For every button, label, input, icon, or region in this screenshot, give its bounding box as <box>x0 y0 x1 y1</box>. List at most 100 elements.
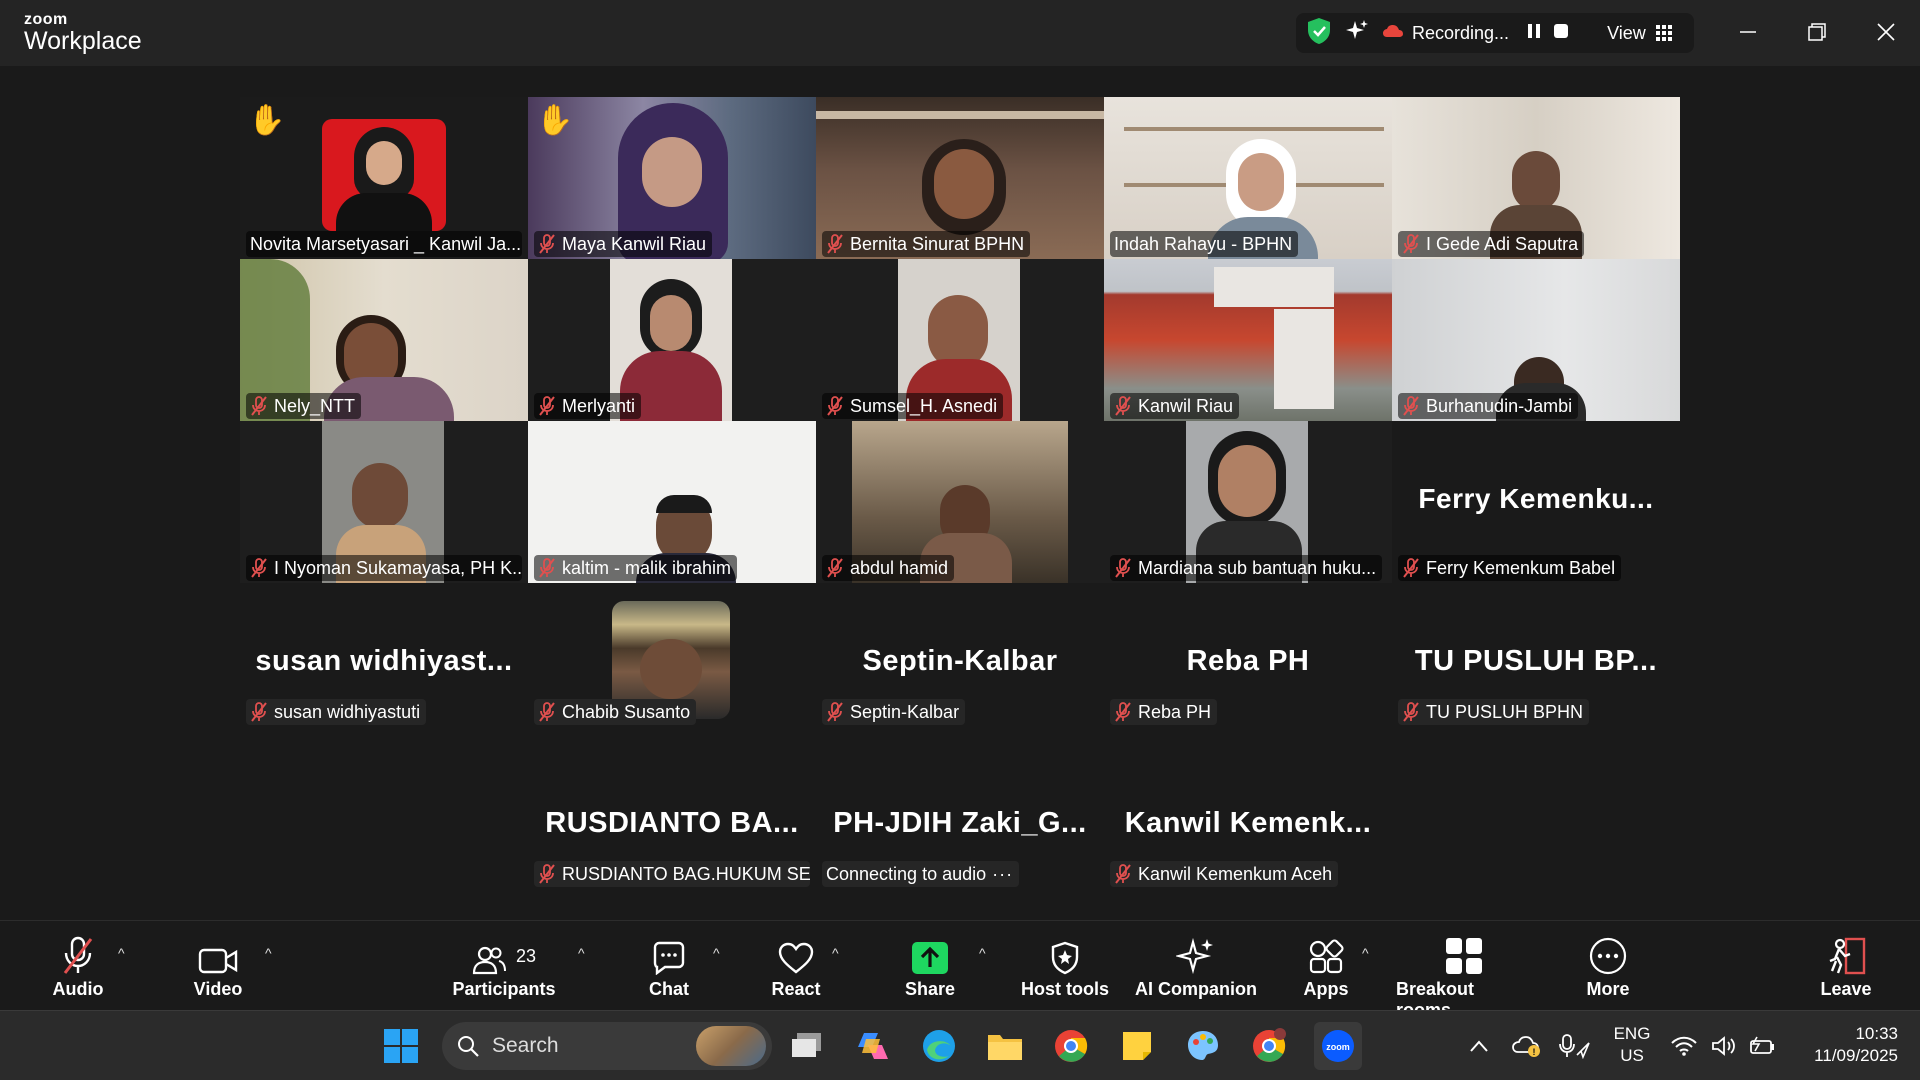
chat-options-chevron-icon[interactable]: ^ <box>713 945 720 961</box>
breakout-rooms-button[interactable]: Breakout rooms <box>1396 935 1532 1021</box>
video-tile[interactable]: Burhanudin-Jambi <box>1392 259 1680 421</box>
apps-icon <box>1309 939 1344 974</box>
muted-mic-icon <box>1115 558 1131 578</box>
battery-charging-icon[interactable] <box>1744 1025 1780 1067</box>
participant-display-name: Reba PH <box>1186 645 1310 677</box>
video-tile[interactable]: Merlyanti <box>528 259 816 421</box>
video-tile[interactable]: kaltim - malik ibrahim <box>528 421 816 583</box>
participant-display-name: TU PUSLUH BP... <box>1414 645 1658 677</box>
shield-icon <box>1051 941 1079 975</box>
video-tile[interactable]: RUSDIANTO BA... RUSDIANTO BAG.HUKUM SE..… <box>528 745 816 907</box>
react-options-chevron-icon[interactable]: ^ <box>832 945 839 961</box>
video-tile[interactable]: abdul hamid <box>816 421 1104 583</box>
view-button[interactable]: View <box>1607 23 1672 44</box>
video-tile[interactable]: Sumsel_H. Asnedi <box>816 259 1104 421</box>
participant-name-label: TU PUSLUH BPHN <box>1398 699 1590 725</box>
video-tile[interactable]: ✋ Maya Kanwil Riau <box>528 97 816 259</box>
video-tile[interactable]: Chabib Susanto <box>528 583 816 745</box>
edge-browser-icon[interactable] <box>918 1025 960 1067</box>
chrome-profile-icon[interactable] <box>1248 1025 1290 1067</box>
video-tile[interactable]: Nely_NTT <box>240 259 528 421</box>
muted-mic-icon <box>251 396 267 416</box>
volume-icon[interactable] <box>1708 1025 1740 1067</box>
onedrive-warning-icon[interactable]: ! <box>1506 1025 1548 1067</box>
muted-mic-icon <box>1403 234 1419 254</box>
audio-options-chevron-icon[interactable]: ^ <box>118 945 125 961</box>
video-tile[interactable]: Mardiana sub bantuan huku... <box>1104 421 1392 583</box>
video-options-chevron-icon[interactable]: ^ <box>265 945 272 961</box>
video-tile[interactable]: I Gede Adi Saputra <box>1392 97 1680 259</box>
participant-name-label: Burhanudin-Jambi <box>1398 393 1579 419</box>
sticky-notes-icon[interactable] <box>1116 1025 1158 1067</box>
video-tile[interactable]: I Nyoman Sukamayasa, PH K... <box>240 421 528 583</box>
minimize-button[interactable] <box>1728 14 1768 50</box>
ai-companion-icon <box>1176 937 1213 975</box>
start-button[interactable] <box>380 1025 422 1067</box>
restore-button[interactable] <box>1797 14 1837 50</box>
participant-name-label: I Gede Adi Saputra <box>1398 231 1585 257</box>
participants-button[interactable]: 23 Participants <box>452 935 556 1000</box>
muted-mic-icon <box>251 702 267 722</box>
participants-options-chevron-icon[interactable]: ^ <box>578 945 585 961</box>
participant-display-name: PH-JDIH Zaki_G... <box>833 807 1087 839</box>
video-tile[interactable]: Bernita Sinurat BPHN <box>816 97 1104 259</box>
share-button[interactable]: Share <box>905 935 955 1000</box>
stop-recording-icon[interactable] <box>1553 23 1569 44</box>
cloud-recording-icon <box>1382 23 1404 44</box>
participant-name-label: Novita Marsetyasari _ Kanwil Ja... <box>246 231 522 257</box>
file-explorer-icon[interactable] <box>984 1025 1026 1067</box>
taskbar-search-input[interactable]: Search <box>442 1022 772 1070</box>
muted-mic-icon <box>251 558 267 578</box>
participant-display-name: Kanwil Kemenk... <box>1124 807 1372 839</box>
more-button[interactable]: More <box>1584 935 1632 1000</box>
view-label: View <box>1607 22 1646 43</box>
input-language-indicator[interactable]: ENG US <box>1612 1023 1652 1067</box>
muted-mic-icon <box>827 702 843 722</box>
ai-companion-button[interactable]: AI Companion <box>1134 935 1258 1000</box>
pause-recording-icon[interactable] <box>1527 22 1541 45</box>
apps-button[interactable]: Apps <box>1302 935 1350 1000</box>
audio-button[interactable]: Audio <box>52 935 104 1000</box>
participant-name-label: kaltim - malik ibrahim <box>534 555 738 581</box>
show-hidden-icons-chevron-icon[interactable] <box>1458 1025 1500 1067</box>
zoom-app-icon[interactable]: zoom <box>1314 1022 1362 1070</box>
participant-name-label: Reba PH <box>1110 699 1218 725</box>
paint-icon[interactable] <box>1182 1025 1224 1067</box>
video-tile[interactable]: Kanwil Riau <box>1104 259 1392 421</box>
react-button[interactable]: React <box>770 935 822 1000</box>
close-button[interactable] <box>1866 14 1906 50</box>
ai-sparkle-icon[interactable] <box>1344 18 1370 49</box>
video-tile[interactable]: Kanwil Kemenk... Kanwil Kemenkum Aceh <box>1104 745 1392 907</box>
video-tile[interactable]: TU PUSLUH BP... TU PUSLUH BPHN <box>1392 583 1680 745</box>
muted-mic-icon <box>539 558 555 578</box>
video-tile[interactable]: Ferry Kemenku... Ferry Kemenkum Babel <box>1392 421 1680 583</box>
participant-name-label: Bernita Sinurat BPHN <box>822 231 1031 257</box>
participant-name-label: Chabib Susanto <box>534 699 697 725</box>
apps-options-chevron-icon[interactable]: ^ <box>1362 945 1369 961</box>
video-button[interactable]: Video <box>188 935 248 1000</box>
grid-view-icon <box>1655 25 1672 41</box>
muted-mic-icon <box>539 396 555 416</box>
participant-name-label: Kanwil Kemenkum Aceh <box>1110 861 1339 887</box>
leave-button[interactable]: Leave <box>1820 935 1872 1000</box>
chat-button[interactable]: Chat <box>644 935 694 1000</box>
participant-name-label: Merlyanti <box>534 393 642 419</box>
video-tile[interactable]: Reba PH Reba PH <box>1104 583 1392 745</box>
share-options-chevron-icon[interactable]: ^ <box>979 945 986 961</box>
host-tools-button[interactable]: Host tools <box>1020 935 1110 1000</box>
muted-mic-icon <box>539 234 555 254</box>
video-tile[interactable]: Indah Rahayu - BPHN <box>1104 97 1392 259</box>
copilot-icon[interactable] <box>852 1025 894 1067</box>
video-tile[interactable]: ✋ Novita Marsetyasari _ Kanwil Ja... <box>240 97 528 259</box>
microphone-in-use-icon[interactable] <box>1554 1025 1596 1067</box>
video-tile[interactable]: susan widhiyast... susan widhiyastuti <box>240 583 528 745</box>
video-tile[interactable]: Septin-Kalbar Septin-Kalbar <box>816 583 1104 745</box>
video-tile[interactable]: PH-JDIH Zaki_G... Connecting to audio ··… <box>816 745 1104 907</box>
camera-icon <box>198 948 238 974</box>
chrome-icon[interactable] <box>1050 1025 1092 1067</box>
clock[interactable]: 10:33 11/09/2025 <box>1796 1023 1898 1067</box>
participant-name-label: Kanwil Riau <box>1110 393 1240 419</box>
task-view-icon[interactable] <box>786 1025 828 1067</box>
shield-check-icon[interactable] <box>1306 17 1332 50</box>
wifi-icon[interactable] <box>1668 1025 1700 1067</box>
